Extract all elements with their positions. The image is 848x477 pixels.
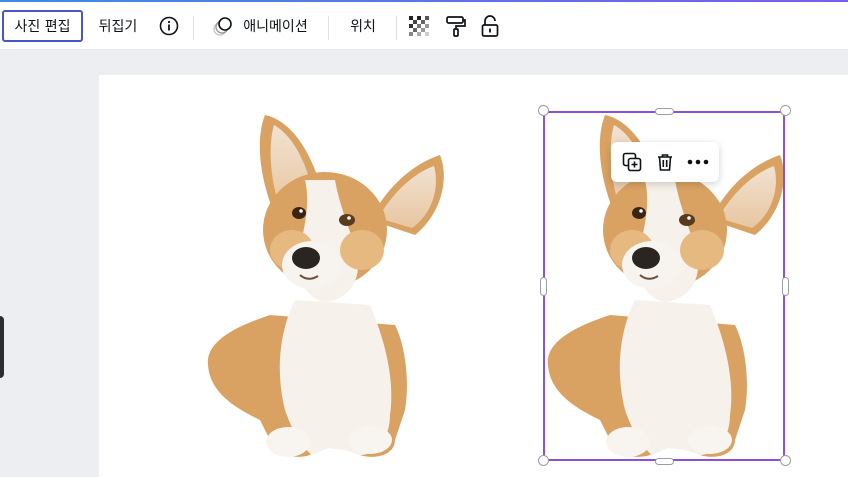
resize-handle-top-left[interactable]	[538, 105, 549, 116]
toolbar-divider	[328, 16, 329, 40]
paint-roller-icon	[446, 16, 466, 37]
edit-photo-label: 사진 편집	[14, 19, 71, 35]
side-panel-toggle[interactable]	[0, 316, 4, 378]
resize-handle-top-right[interactable]	[780, 105, 791, 116]
animate-button[interactable]: 애니메이션	[204, 10, 316, 42]
animate-circles-icon	[213, 17, 233, 36]
context-toolbar: 사진 편집 뒤집기 애니메이션 위치	[0, 2, 848, 50]
edit-photo-button[interactable]: 사진 편집	[2, 10, 83, 42]
resize-handle-top[interactable]	[655, 108, 674, 115]
resize-handle-bottom[interactable]	[655, 458, 674, 465]
lock-button[interactable]	[474, 10, 506, 42]
info-button[interactable]	[154, 10, 184, 42]
lock-icon	[481, 15, 499, 37]
duplicate-icon	[622, 152, 641, 172]
position-button[interactable]: 위치	[338, 10, 388, 42]
resize-handle-bottom-right[interactable]	[780, 455, 791, 466]
corgi-image[interactable]	[200, 110, 450, 465]
toolbar-divider	[193, 16, 194, 40]
transparency-button[interactable]	[404, 10, 434, 42]
info-icon	[159, 16, 179, 36]
more-button[interactable]	[683, 147, 713, 177]
more-dots-icon	[688, 159, 709, 165]
toolbar-divider	[396, 16, 397, 40]
animate-label: 애니메이션	[243, 19, 308, 35]
resize-handle-right[interactable]	[782, 277, 789, 296]
flip-button[interactable]: 뒤집기	[90, 10, 146, 42]
transparency-checker-icon	[409, 16, 429, 36]
delete-button[interactable]	[650, 147, 680, 177]
paint-format-button[interactable]	[440, 10, 472, 42]
resize-handle-left[interactable]	[540, 277, 547, 296]
flip-label: 뒤집기	[98, 19, 138, 35]
duplicate-button[interactable]	[617, 147, 647, 177]
trash-icon	[657, 154, 672, 171]
element-context-menu	[611, 142, 719, 182]
resize-handle-bottom-left[interactable]	[538, 455, 549, 466]
position-label: 위치	[350, 19, 376, 35]
